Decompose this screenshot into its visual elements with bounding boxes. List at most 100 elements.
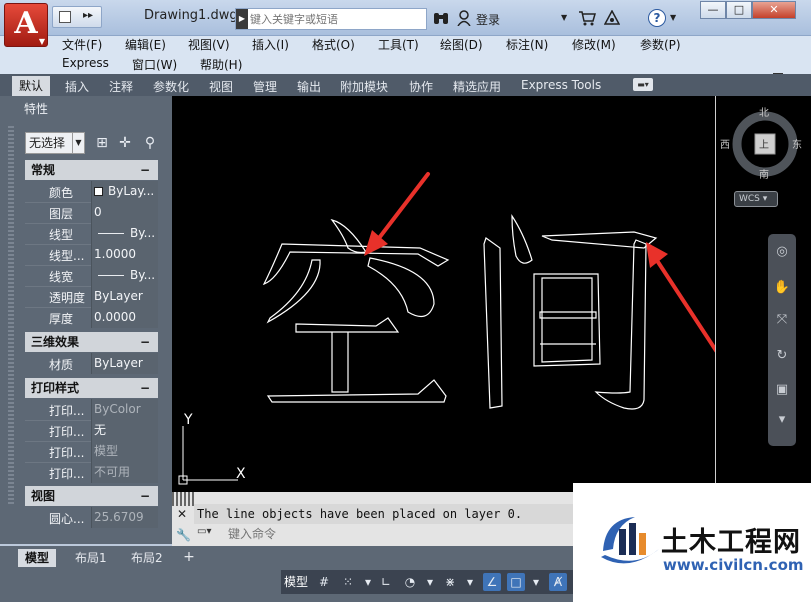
object-snap-icon[interactable]: □	[507, 573, 525, 591]
search-box[interactable]: ▶	[235, 8, 427, 30]
quick-access-toolbar[interactable]: ▸▸	[52, 6, 102, 28]
collapse-icon[interactable]: −	[140, 486, 150, 506]
compass-east[interactable]: 东	[792, 136, 802, 151]
property-row[interactable]: 透明度 ByLayer	[25, 286, 158, 307]
add-layout-icon[interactable]: +	[180, 549, 198, 565]
menu-window[interactable]: 窗口(W)	[132, 56, 177, 73]
grid-icon[interactable]: #	[315, 573, 333, 591]
pan-icon[interactable]: ✋	[772, 278, 792, 298]
search-expand-icon[interactable]: ▶	[236, 9, 248, 29]
command-prompt-icon[interactable]: ▭▾	[197, 526, 223, 542]
showmotion-icon[interactable]: ▣	[772, 380, 792, 400]
ribbon-tab-insert[interactable]: 插入	[65, 78, 89, 95]
chevron-down-icon[interactable]: ▼	[72, 133, 84, 153]
viewcube[interactable]: 北 南 东 西 上	[720, 108, 804, 181]
tab-layout2[interactable]: 布局2	[124, 549, 170, 567]
snap-icon[interactable]: ⁙	[339, 573, 357, 591]
property-value[interactable]: By...	[91, 223, 158, 244]
binoculars-icon[interactable]	[433, 10, 449, 26]
section-3d-effects[interactable]: 三维效果 −	[25, 332, 158, 352]
help-dropdown-icon[interactable]: ▼	[670, 13, 676, 22]
menu-view[interactable]: 视图(V)	[188, 36, 230, 53]
menu-file[interactable]: 文件(F)	[62, 36, 102, 53]
collapse-icon[interactable]: −	[140, 378, 150, 398]
section-general[interactable]: 常规 −	[25, 160, 158, 180]
property-value[interactable]: 1.0000	[91, 244, 158, 265]
property-row[interactable]: 图层 0	[25, 202, 158, 223]
select-objects-icon[interactable]: ✛	[116, 134, 134, 152]
property-value[interactable]: ByColor	[91, 399, 158, 420]
menu-format[interactable]: 格式(O)	[312, 36, 355, 53]
menu-parametric[interactable]: 参数(P)	[640, 36, 681, 53]
compass-south[interactable]: 南	[759, 166, 769, 181]
ribbon-tab-view[interactable]: 视图	[209, 78, 233, 95]
property-row[interactable]: 打印... 不可用	[25, 462, 158, 483]
property-row[interactable]: 打印... ByColor	[25, 399, 158, 420]
property-row[interactable]: 线型 By...	[25, 223, 158, 244]
isodraft-icon[interactable]: ⋇	[441, 573, 459, 591]
property-value[interactable]: 0.0000	[91, 307, 158, 328]
exchange-apps-icon[interactable]	[604, 10, 620, 26]
ribbon-tab-default[interactable]: 默认	[12, 76, 51, 96]
minimize-button[interactable]: —	[700, 1, 726, 19]
menu-draw[interactable]: 绘图(D)	[440, 36, 483, 53]
isodraft-dropdown-icon[interactable]: ▾	[461, 573, 479, 591]
drawing-area[interactable]: Y X	[172, 96, 715, 492]
property-value[interactable]: 不可用	[91, 462, 158, 483]
menu-help[interactable]: 帮助(H)	[200, 56, 242, 73]
help-icon[interactable]: ?	[648, 9, 666, 27]
orbit-icon[interactable]: ↻	[772, 346, 792, 366]
ribbon-tab-manage[interactable]: 管理	[253, 78, 277, 95]
navbar-menu-icon[interactable]: ▾	[772, 410, 792, 430]
property-value[interactable]: 0	[91, 202, 158, 223]
annotation-visibility-icon[interactable]: Ⱥ	[549, 573, 567, 591]
application-menu-button[interactable]: A ▼	[4, 3, 48, 47]
ribbon-tab-output[interactable]: 输出	[297, 78, 321, 95]
ribbon-minimize-button[interactable]: ▬▾	[633, 78, 653, 91]
snap-dropdown-icon[interactable]: ▾	[359, 573, 377, 591]
property-row[interactable]: 打印... 无	[25, 420, 158, 441]
property-value[interactable]: 无	[91, 420, 158, 441]
steering-wheel-icon[interactable]: ◎	[772, 242, 792, 262]
command-input[interactable]	[228, 525, 568, 543]
menu-express[interactable]: Express	[62, 56, 109, 70]
viewcube-top-face[interactable]: 上	[759, 136, 769, 151]
menu-dimension[interactable]: 标注(N)	[506, 36, 548, 53]
ribbon-tab-express-tools[interactable]: Express Tools	[521, 78, 601, 92]
section-plot-style[interactable]: 打印样式 −	[25, 378, 158, 398]
maximize-button[interactable]: □	[726, 1, 752, 19]
object-snap-dropdown-icon[interactable]: ▾	[527, 573, 545, 591]
zoom-extents-icon[interactable]: ⤧	[772, 310, 792, 330]
cart-icon[interactable]	[578, 10, 596, 26]
login-button[interactable]: 登录	[476, 11, 500, 28]
palette-grip[interactable]	[8, 126, 14, 506]
close-button[interactable]: ✕	[752, 1, 796, 19]
search-input[interactable]	[250, 9, 426, 29]
tab-model[interactable]: 模型	[18, 549, 57, 567]
ribbon-tab-annotate[interactable]: 注释	[109, 78, 133, 95]
ribbon-tab-parametric[interactable]: 参数化	[153, 78, 189, 95]
ribbon-tab-collaborate[interactable]: 协作	[409, 78, 433, 95]
polar-dropdown-icon[interactable]: ▾	[421, 573, 439, 591]
user-icon[interactable]	[457, 10, 471, 26]
property-value[interactable]: ByLay...	[91, 181, 158, 202]
collapse-icon[interactable]: −	[140, 332, 150, 352]
close-icon[interactable]: ✕	[177, 507, 187, 521]
property-row[interactable]: 材质 ByLayer	[25, 353, 158, 374]
property-value[interactable]: By...	[91, 265, 158, 286]
ortho-icon[interactable]: ∟	[377, 573, 395, 591]
selection-dropdown[interactable]: 无选择 ▼	[25, 132, 85, 154]
ribbon-tab-featured-apps[interactable]: 精选应用	[453, 78, 501, 95]
menu-tools[interactable]: 工具(T)	[378, 36, 419, 53]
tab-layout1[interactable]: 布局1	[68, 549, 114, 567]
property-value[interactable]: 模型	[91, 441, 158, 462]
command-line-grip[interactable]	[172, 492, 194, 506]
property-row[interactable]: 厚度 0.0000	[25, 307, 158, 328]
property-row[interactable]: 打印... 模型	[25, 441, 158, 462]
quick-access-more-icon[interactable]: ▸▸	[83, 10, 93, 21]
menu-edit[interactable]: 编辑(E)	[125, 36, 166, 53]
menu-modify[interactable]: 修改(M)	[572, 36, 616, 53]
compass-west[interactable]: 西	[720, 136, 730, 151]
property-value[interactable]: ByLayer	[91, 353, 158, 374]
menu-insert[interactable]: 插入(I)	[252, 36, 289, 53]
